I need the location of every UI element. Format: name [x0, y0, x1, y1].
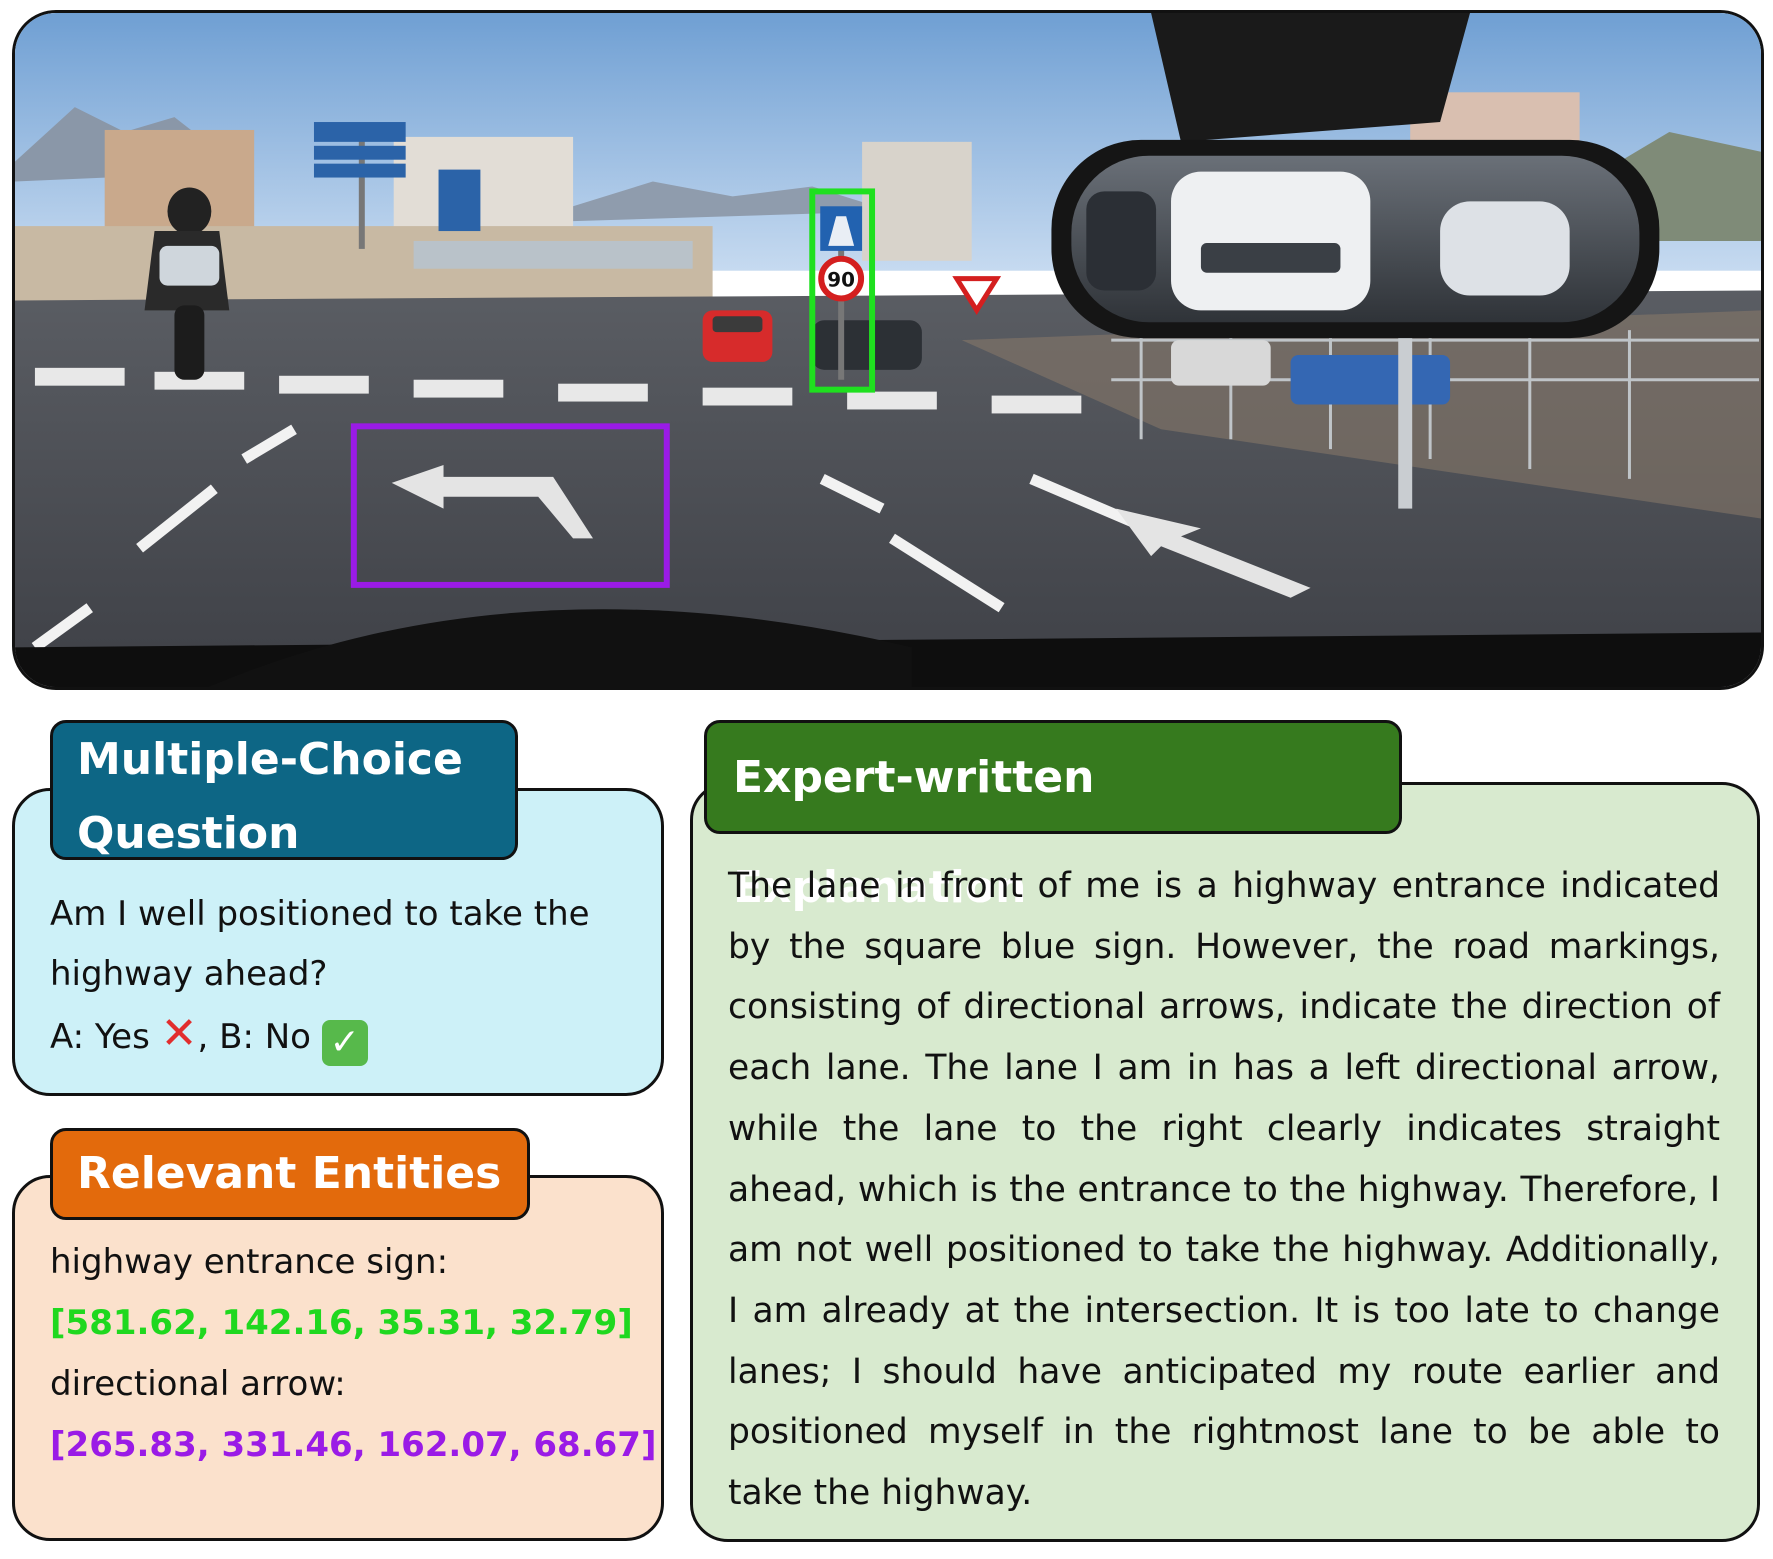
mcq-options: A: Yes ✕, B: No ✓ — [50, 1004, 650, 1067]
white-pickup-truck — [1171, 340, 1271, 386]
mcq-question: Am I well positioned to take the highway… — [50, 894, 590, 994]
entity-bounding-box: [265.83, 331.46, 162.07, 68.67] — [50, 1425, 657, 1465]
speed-limit-text: 90 — [827, 269, 855, 292]
blue-pickup-truck — [1290, 354, 1451, 405]
mcq-content: Am I well positioned to take the highway… — [50, 884, 650, 1067]
mirror-post — [1398, 320, 1413, 509]
option-b: , B: No — [197, 1017, 311, 1057]
entities-title: Relevant Entities — [50, 1128, 530, 1220]
mcq-title: Multiple-Choice Question — [50, 720, 518, 860]
entity-bounding-box: [581.62, 142.16, 35.31, 32.79] — [50, 1303, 633, 1343]
red-car — [702, 310, 773, 362]
overpass — [413, 240, 693, 269]
building — [862, 141, 972, 261]
entity-label: directional arrow: — [50, 1364, 346, 1404]
check-mark-icon: ✓ — [321, 1020, 368, 1066]
driving-scene-illustration: 90 — [15, 13, 1761, 687]
entities-list: highway entrance sign: [581.62, 142.16, … — [50, 1232, 660, 1476]
explanation-text: The lane in front of me is a highway ent… — [728, 866, 1720, 1514]
dark-car — [812, 320, 922, 370]
entity-label: highway entrance sign: — [50, 1242, 449, 1282]
driving-scene-photo: 90 — [12, 10, 1764, 690]
cross-mark-icon: ✕ — [160, 1008, 198, 1059]
explanation-title: Expert-written Explanation — [704, 720, 1402, 913]
option-a: A: Yes — [50, 1017, 150, 1057]
